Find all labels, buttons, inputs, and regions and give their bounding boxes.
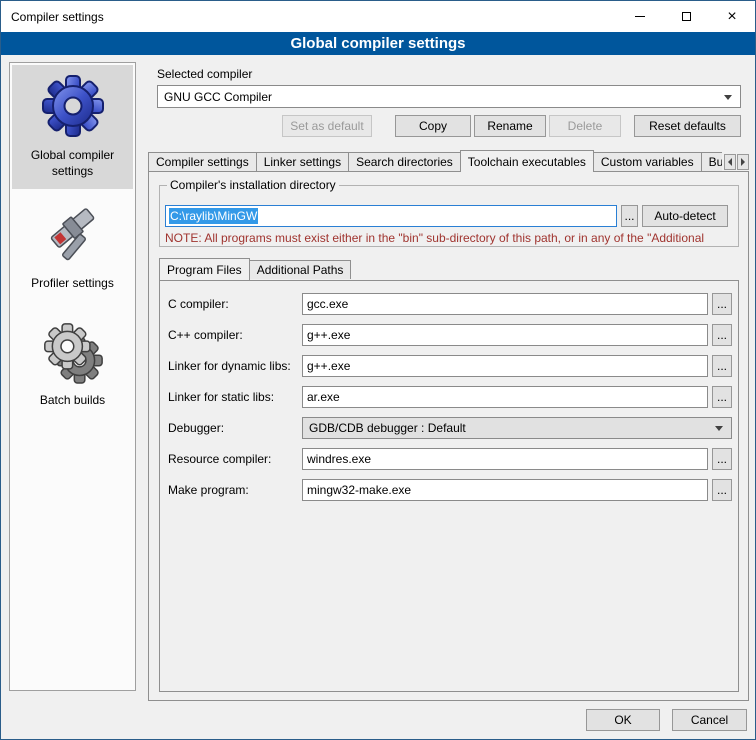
copy-button[interactable]: Copy: [395, 115, 471, 137]
linker-static-label: Linker for static libs:: [168, 390, 274, 404]
tab-build-options-truncated[interactable]: Buil: [701, 152, 722, 171]
cancel-button[interactable]: Cancel: [672, 709, 747, 731]
reset-defaults-button[interactable]: Reset defaults: [634, 115, 741, 137]
linker-dynamic-row: Linker for dynamic libs: ...: [160, 355, 738, 377]
sidebar-item-batch-builds[interactable]: Batch builds: [12, 312, 133, 419]
chevron-left-icon: [728, 158, 732, 166]
resource-compiler-input[interactable]: [302, 448, 708, 470]
chevron-down-icon: [724, 95, 732, 100]
page-title: Global compiler settings: [1, 32, 755, 55]
program-files-panel: C compiler: ... C++ compiler: ... Linker…: [159, 280, 739, 692]
tab-toolchain-executables[interactable]: Toolchain executables: [460, 150, 594, 172]
minimize-icon: [635, 16, 645, 17]
maximize-icon: [682, 12, 691, 21]
selected-compiler-value: GNU GCC Compiler: [164, 90, 272, 104]
titlebar: Compiler settings ×: [1, 1, 755, 32]
make-program-row: Make program: ...: [160, 479, 738, 501]
tab-search-directories[interactable]: Search directories: [348, 152, 461, 171]
sidebar-item-label: Batch builds: [15, 393, 130, 409]
settings-tabstrip: Compiler settings Linker settings Search…: [148, 150, 722, 172]
sidebar-item-profiler-settings[interactable]: Profiler settings: [12, 199, 133, 302]
sidebar-item-label: Profiler settings: [15, 276, 130, 292]
tab-scroll-left-button[interactable]: [724, 154, 736, 170]
maximize-button[interactable]: [663, 1, 709, 32]
window-title: Compiler settings: [1, 10, 104, 24]
bin-subdirectory-note: NOTE: All programs must exist either in …: [165, 231, 735, 245]
gear-icon: [40, 73, 106, 139]
cpp-compiler-label: C++ compiler:: [168, 328, 243, 342]
sidebar-item-label: Global compiler settings: [15, 148, 130, 179]
resource-compiler-browse-button[interactable]: ...: [712, 448, 732, 470]
minimize-button[interactable]: [617, 1, 663, 32]
debugger-label: Debugger:: [168, 421, 224, 435]
selected-compiler-label: Selected compiler: [157, 67, 252, 81]
chevron-down-icon: [715, 426, 723, 431]
tab-additional-paths[interactable]: Additional Paths: [249, 260, 352, 279]
set-as-default-button[interactable]: Set as default: [282, 115, 372, 137]
batch-builds-icon: [42, 320, 104, 384]
close-icon: ×: [727, 9, 736, 25]
linker-dynamic-input[interactable]: [302, 355, 708, 377]
window-controls: ×: [617, 1, 755, 32]
c-compiler-input[interactable]: [302, 293, 708, 315]
sidebar: Global compiler settings Profiler settin…: [9, 62, 136, 691]
profiler-icon: [45, 207, 101, 267]
debugger-row: Debugger: GDB/CDB debugger : Default: [160, 417, 738, 439]
program-files-tabstrip: Program Files Additional Paths: [159, 258, 351, 280]
debugger-value: GDB/CDB debugger : Default: [309, 421, 466, 435]
rename-button[interactable]: Rename: [474, 115, 546, 137]
installation-directory-input[interactable]: C:\raylib\MinGW: [165, 205, 617, 227]
linker-dynamic-browse-button[interactable]: ...: [712, 355, 732, 377]
compiler-settings-window: Compiler settings × Global compiler sett…: [0, 0, 756, 740]
ok-button[interactable]: OK: [586, 709, 660, 731]
cpp-compiler-browse-button[interactable]: ...: [712, 324, 732, 346]
tab-program-files[interactable]: Program Files: [159, 258, 250, 280]
close-button[interactable]: ×: [709, 1, 755, 32]
linker-dynamic-label: Linker for dynamic libs:: [168, 359, 291, 373]
make-program-browse-button[interactable]: ...: [712, 479, 732, 501]
installation-directory-selected-text: C:\raylib\MinGW: [169, 208, 258, 224]
resource-compiler-row: Resource compiler: ...: [160, 448, 738, 470]
make-program-label: Make program:: [168, 483, 249, 497]
sidebar-item-global-compiler-settings[interactable]: Global compiler settings: [12, 65, 133, 189]
linker-static-browse-button[interactable]: ...: [712, 386, 732, 408]
linker-static-input[interactable]: [302, 386, 708, 408]
cpp-compiler-row: C++ compiler: ...: [160, 324, 738, 346]
tab-scroll-right-button[interactable]: [737, 154, 749, 170]
auto-detect-button[interactable]: Auto-detect: [642, 205, 728, 227]
make-program-input[interactable]: [302, 479, 708, 501]
c-compiler-label: C compiler:: [168, 297, 229, 311]
debugger-dropdown[interactable]: GDB/CDB debugger : Default: [302, 417, 732, 439]
tab-custom-variables[interactable]: Custom variables: [593, 152, 702, 171]
tab-compiler-settings[interactable]: Compiler settings: [148, 152, 257, 171]
delete-button[interactable]: Delete: [549, 115, 621, 137]
installation-directory-group-label: Compiler's installation directory: [167, 178, 339, 192]
resource-compiler-label: Resource compiler:: [168, 452, 271, 466]
tab-linker-settings[interactable]: Linker settings: [256, 152, 349, 171]
linker-static-row: Linker for static libs: ...: [160, 386, 738, 408]
c-compiler-row: C compiler: ...: [160, 293, 738, 315]
cpp-compiler-input[interactable]: [302, 324, 708, 346]
browse-directory-button[interactable]: ...: [621, 205, 638, 227]
chevron-right-icon: [741, 158, 745, 166]
c-compiler-browse-button[interactable]: ...: [712, 293, 732, 315]
selected-compiler-dropdown[interactable]: GNU GCC Compiler: [157, 85, 741, 108]
